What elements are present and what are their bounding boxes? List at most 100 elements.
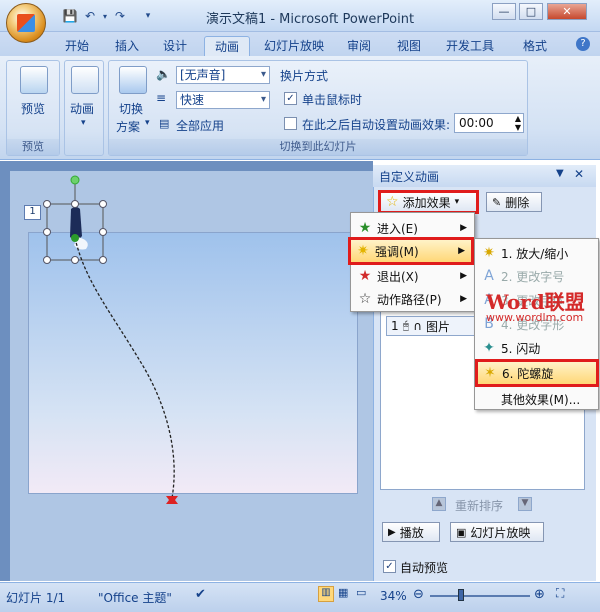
list-item-number: 1 [391,319,399,333]
tab-home[interactable]: 开始 [58,36,96,56]
add-effect-button[interactable]: ☆ 添加效果 ▾ [378,190,479,214]
mouse-click-icon: 🖰 [402,319,410,332]
time-spinner[interactable]: 00:00 ▲ ▼ [454,113,524,133]
transition-scheme-label-2[interactable]: 方案 [116,118,140,135]
slideshow-label: 幻灯片放映 [470,525,531,540]
zoom-in-icon[interactable]: ⊕ [534,587,545,602]
resize-handle-l[interactable] [43,228,51,236]
resize-handle-b[interactable] [71,256,79,264]
speed-select[interactable]: 快速 [176,91,270,109]
tab-format[interactable]: 格式 [516,36,554,56]
rotation-handle[interactable] [70,175,80,185]
redo-icon[interactable]: ↷ [112,8,128,24]
maximize-button[interactable]: □ [519,3,543,20]
spinner-arrows-icon[interactable]: ▲ ▼ [515,114,521,132]
emphasis-item-grow-shrink[interactable]: ✷ 1. 放大/缩小 [477,242,597,264]
add-effect-star-icon: ☆ [386,194,399,210]
slideshow-button[interactable]: ▣ 幻灯片放映 [450,522,544,542]
pane-title: 自定义动画 [379,170,440,184]
resize-handle-br[interactable] [99,256,107,264]
help-icon[interactable]: ? [576,37,590,51]
add-effect-dropdown-icon: ▾ [454,197,460,207]
undo-dropdown-icon[interactable]: ▾ [97,8,113,24]
resize-handle-tl[interactable] [43,200,51,208]
status-slide-count: 幻灯片 1/1 [6,591,66,605]
reorder-down-icon[interactable]: ▼ [518,497,532,511]
zoom-slider-thumb[interactable] [458,589,464,601]
play-icon: ▶ [388,526,396,538]
motion-path-line[interactable] [74,237,175,499]
play-button[interactable]: ▶ 播放 [382,522,440,542]
sound-select[interactable]: [无声音] [176,66,270,84]
animate-button[interactable]: 动画 [70,100,94,117]
resize-handle-t[interactable] [71,200,79,208]
menu-item-motion-path-label: 动作路径(P) [377,292,442,307]
pane-menu-icon[interactable]: ▼ [556,168,564,179]
emphasis-item-spin[interactable]: ✶ 6. 陀螺旋 [475,359,599,387]
undo-icon[interactable]: ↶ [82,8,98,24]
tab-design[interactable]: 设计 [156,36,194,56]
spell-check-icon[interactable]: ✔ [195,587,206,602]
resize-handle-r[interactable] [99,228,107,236]
minimize-button[interactable]: — [492,3,516,20]
tab-view[interactable]: 视图 [390,36,428,56]
emphasis-item-flicker[interactable]: ✦ 5. 闪动 [477,337,597,359]
path-start-marker [71,234,79,242]
fit-window-icon[interactable]: ⛶ [556,586,564,601]
preview-icon [20,66,48,94]
sorter-view-icon[interactable]: ▦ [338,586,348,599]
office-button[interactable] [6,3,46,43]
zoom-slider-track[interactable] [430,595,530,597]
remove-button[interactable]: ✎ 删除 [486,192,542,212]
submenu-arrow-icon: ▶ [458,246,465,256]
preview-button[interactable]: 预览 [21,100,45,117]
pane-close-icon[interactable]: ✕ [574,167,584,181]
emphasis-item-more[interactable]: 其他效果(M)... [477,388,597,410]
save-icon[interactable]: 💾 [62,8,78,24]
animate-icon [71,66,99,94]
speed-icon: ≡ [156,91,167,105]
tab-review[interactable]: 审阅 [340,36,378,56]
reorder-up-icon[interactable]: ▲ [432,497,446,511]
apply-all-button[interactable]: 全部应用 [176,117,224,134]
tab-insert[interactable]: 插入 [108,36,146,56]
tab-developer[interactable]: 开发工具 [440,36,500,56]
watermark-url: www.wordlm.com [486,311,584,324]
customize-qat-icon[interactable]: ▾ [140,8,156,24]
reading-view-icon[interactable]: ▭ [356,586,366,599]
star-red-icon: ★ [358,268,372,284]
star-green-icon: ★ [358,220,372,236]
close-button[interactable]: ✕ [547,3,587,20]
menu-item-exit[interactable]: ★ 退出(X) ▶ [353,265,473,287]
animation-list-item[interactable]: 1 🖰 ∩ 图片 [386,316,480,336]
menu-item-entrance[interactable]: ★ 进入(E) ▶ [353,217,473,239]
spin-icon: ✶ [484,365,496,381]
remove-label: 删除 [505,195,530,210]
emphasis-submenu: ✷ 1. 放大/缩小 A 2. 更改字号 A 3. 更改字体 B 4. 更改字形 ✦ 5.… [474,238,599,410]
auto-after-checkbox[interactable] [284,117,297,130]
menu-item-emphasis[interactable]: ✷ 强调(M) ▶ [348,237,474,265]
animate-dropdown-icon[interactable]: ▾ [81,118,86,128]
slideshow-icon: ▣ [456,525,467,539]
time-value: 00:00 [459,116,494,130]
normal-view-icon[interactable]: ▥ [318,586,334,602]
zoom-out-icon[interactable]: ⊖ [413,587,424,602]
on-click-checkbox[interactable]: ✓ [284,92,297,105]
transition-dropdown-icon[interactable]: ▾ [145,118,150,128]
transition-scheme-label-1[interactable]: 切换 [119,100,143,117]
resize-handle-tr[interactable] [99,200,107,208]
autopreview-checkbox[interactable]: ✓ [383,560,396,573]
status-theme: "Office 主题" [98,591,172,605]
tab-slideshow[interactable]: 幻灯片放映 [256,36,332,56]
office-logo-icon [17,14,35,32]
resize-handle-bl[interactable] [43,256,51,264]
group-preview-label: 预览 [7,139,59,155]
motion-icon: ∩ [413,319,423,333]
add-effect-label: 添加效果 [402,195,451,210]
play-label: 播放 [399,525,424,540]
emphasis-item-label: 1. 放大/缩小 [501,246,569,261]
tab-animation[interactable]: 动画 [204,36,250,56]
remove-icon: ✎ [492,195,502,209]
menu-item-motion-path[interactable]: ☆ 动作路径(P) ▶ [353,288,473,310]
emphasis-item-label: 6. 陀螺旋 [502,366,554,381]
